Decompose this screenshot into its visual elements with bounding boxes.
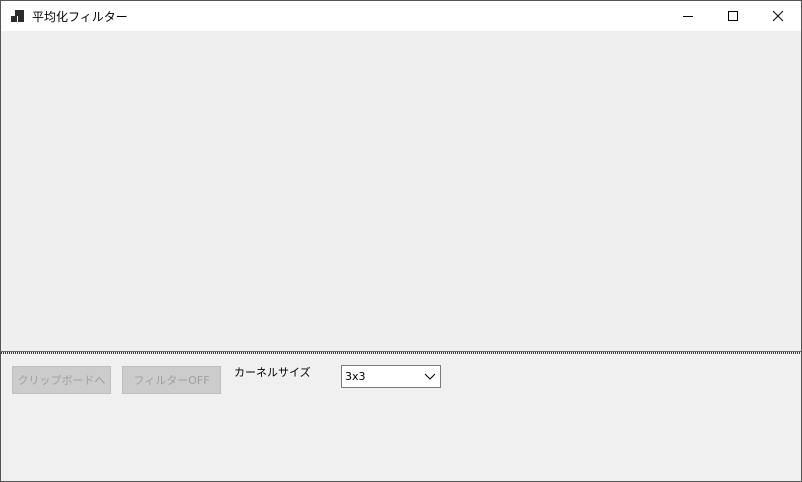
maximize-icon (728, 11, 738, 21)
minimize-button[interactable] (665, 1, 711, 31)
close-button[interactable] (755, 1, 801, 31)
window-title: 平均化フィルター (32, 10, 128, 24)
maximize-button[interactable] (710, 1, 756, 31)
close-icon (772, 10, 784, 22)
app-window: 平均化フィルター クリップボードへ フィルターOFF カーネルサイズ 3x3 (0, 0, 802, 482)
image-display-area (1, 31, 801, 351)
kernel-size-label: カーネルサイズ (234, 366, 311, 379)
control-panel: クリップボードへ フィルターOFF カーネルサイズ 3x3 (1, 354, 801, 481)
filter-toggle-button[interactable]: フィルターOFF (122, 366, 221, 394)
title-bar[interactable]: 平均化フィルター (1, 1, 801, 31)
app-window-icon (11, 10, 24, 22)
kernel-size-select[interactable]: 3x3 (341, 365, 441, 388)
chevron-down-icon (424, 373, 436, 380)
kernel-size-value: 3x3 (345, 370, 366, 383)
minimize-icon (683, 16, 693, 17)
copy-to-clipboard-button[interactable]: クリップボードへ (12, 366, 111, 394)
